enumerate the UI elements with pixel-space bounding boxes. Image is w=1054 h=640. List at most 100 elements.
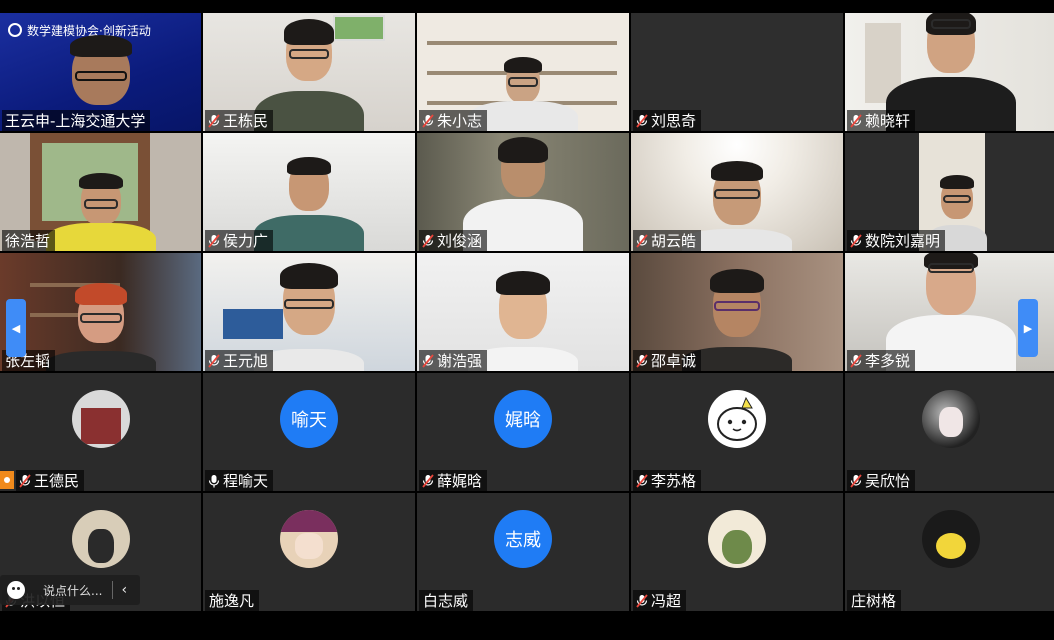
mic-muted-icon [850,113,862,128]
next-page-button[interactable]: ▶ [1018,299,1038,357]
participant-name: 吴欣怡 [865,472,911,490]
participant-name-label: 胡云皓 [633,230,702,251]
chat-input[interactable]: 说点什么... [43,582,102,599]
participant-tile[interactable]: 吴欣怡 [845,373,1054,491]
chevron-right-icon: ▶ [1023,321,1033,335]
avatar: 志威 [494,510,552,568]
mic-muted-icon [422,233,434,248]
participant-name-label: 施逸凡 [205,590,260,611]
emoji-icon[interactable] [7,581,25,599]
avatar [71,510,130,568]
avatar-text: 志威 [505,530,541,551]
participant-name-label: 邵卓诚 [633,350,702,371]
participant-name: 侯力广 [223,232,269,250]
participant-name-label: 程喻天 [205,470,274,491]
mic-muted-icon [422,473,434,488]
participant-name-label: 谢浩强 [419,350,488,371]
participant-name: 白志威 [423,592,469,610]
avatar [921,510,980,568]
person [45,133,156,251]
participant-name: 胡云皓 [651,232,697,250]
participant-tile[interactable]: 徐浩哲 [0,133,201,251]
participant-name: 薛娓晗 [437,472,483,490]
participant-tile[interactable]: 数学建模协会·创新活动 王云申-上海交通大学 [0,13,201,131]
participant-name-label: 刘俊涵 [419,230,488,251]
participant-tile[interactable]: 张左韬 [0,253,201,371]
participant-tile[interactable]: 胡云皓 [631,133,843,251]
participant-name-label: 王元旭 [205,350,274,371]
participant-name-label: 李多锐 [847,350,916,371]
mic-muted-icon [636,233,648,248]
mic-muted-icon [19,473,31,488]
mic-muted-icon [422,113,434,128]
participant-tile[interactable]: 庄树格 [845,493,1054,611]
participant-name: 刘俊涵 [437,232,483,250]
participant-name-label: 庄树格 [847,590,902,611]
chevron-left-icon: ◀ [11,321,21,335]
participant-name: 王云申-上海交通大学 [5,112,146,130]
participant-name: 王栋民 [223,112,269,130]
avatar-text: 喻天 [291,410,327,431]
participant-name-label: 数院刘嘉明 [847,230,946,251]
participant-name-label: 薛娓晗 [419,470,488,491]
participant-name: 刘思奇 [651,112,697,130]
participant-tile[interactable]: 志威 白志威 [417,493,629,611]
avatar [708,390,766,448]
mic-muted-icon [850,233,862,248]
participant-name-label: 刘思奇 [633,110,702,131]
mic-muted-icon [636,593,648,608]
mic-muted-icon [850,473,862,488]
cartoon-dog-icon [717,396,757,441]
participant-name: 徐浩哲 [5,232,51,250]
mic-muted-icon [208,113,220,128]
person [45,253,156,371]
avatar [280,510,338,568]
participant-name-label: 侯力广 [205,230,274,251]
participant-name: 谢浩强 [437,352,483,370]
participant-name: 程喻天 [223,472,269,490]
participant-name: 庄树格 [851,592,897,610]
mic-muted-icon [636,473,648,488]
participant-name: 李苏格 [651,472,697,490]
mic-muted-icon [208,353,220,368]
mic-muted-icon [636,113,648,128]
participant-tile[interactable]: 喻天 程喻天 [203,373,415,491]
logo-icon [8,23,22,37]
participant-name-label: 冯超 [633,590,687,611]
participant-tile[interactable]: 李苏格 [631,373,843,491]
chat-bar[interactable]: 说点什么... ‹ [0,575,140,605]
participant-name-label: 吴欣怡 [847,470,916,491]
participant-tile[interactable]: 刘俊涵 [417,133,629,251]
participant-tile[interactable]: 王栋民 [203,13,415,131]
participant-tile[interactable]: 数院刘嘉明 [845,133,1054,251]
participant-name-label: 徐浩哲 [2,230,56,251]
participant-tile[interactable]: 娓晗 薛娓晗 [417,373,629,491]
participant-name-label: 王栋民 [205,110,274,131]
participant-name-label: 李苏格 [633,470,702,491]
participant-tile[interactable]: 赖晓轩 [845,13,1054,131]
participant-tile[interactable]: 冯超 [631,493,843,611]
participant-name: 王元旭 [223,352,269,370]
participant-name: 施逸凡 [209,592,255,610]
mic-muted-icon [850,353,862,368]
participant-name-label: 白志威 [419,590,474,611]
participant-name: 赖晓轩 [865,112,911,130]
avatar [708,510,766,568]
participant-name-label: 王云申-上海交通大学 [2,110,151,131]
participant-name: 李多锐 [865,352,911,370]
prev-page-button[interactable]: ◀ [6,299,26,357]
participant-tile[interactable]: 邵卓诚 [631,253,843,371]
participant-tile[interactable]: 王元旭 [203,253,415,371]
participant-tile[interactable]: 刘思奇 [631,13,843,131]
participant-tile[interactable]: 侯力广 [203,133,415,251]
participant-grid: 数学建模协会·创新活动 王云申-上海交通大学 王栋民 朱小志 刘思奇 赖晓轩 徐… [0,13,1054,613]
participant-tile[interactable]: 谢浩强 [417,253,629,371]
mic-muted-icon [208,233,220,248]
participant-tile[interactable]: 王德民 [0,373,201,491]
collapse-chat-button[interactable]: ‹ [121,582,127,598]
participant-tile[interactable]: 施逸凡 [203,493,415,611]
mic-muted-icon [422,353,434,368]
participant-name-label: 朱小志 [419,110,488,131]
mic-muted-icon [636,353,648,368]
participant-tile[interactable]: 朱小志 [417,13,629,131]
